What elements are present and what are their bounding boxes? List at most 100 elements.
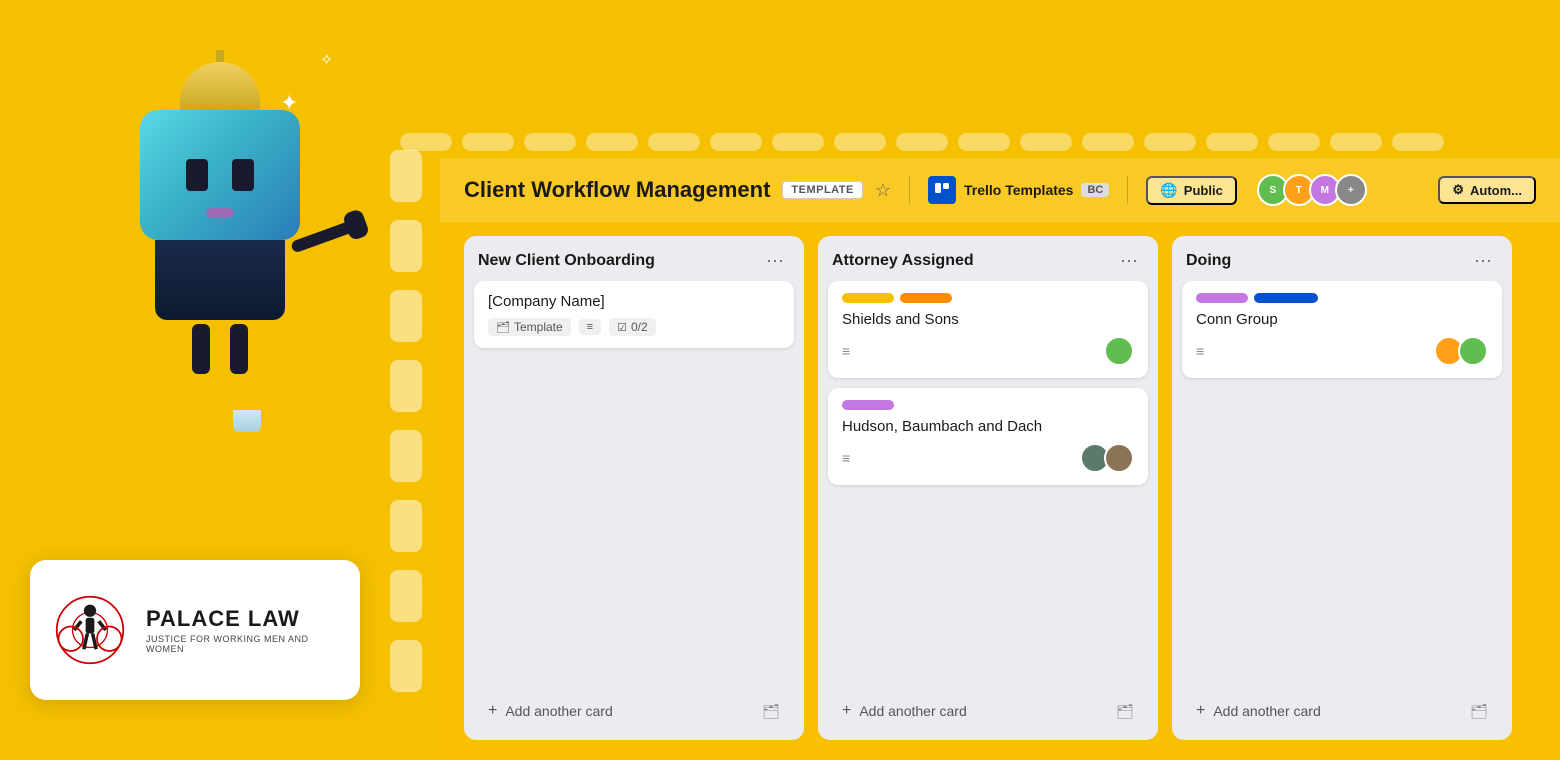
- column-new-client-onboarding: New Client Onboarding ··· [Company Name]…: [464, 236, 804, 740]
- automation-button[interactable]: ⚙ Autom...: [1438, 176, 1536, 204]
- column-title: Doing: [1186, 252, 1231, 270]
- cards-list: [Company Name] 🗂 Template ≡ ☑ 0/2: [464, 281, 804, 684]
- card-title: Shields and Sons: [842, 311, 1134, 328]
- dashed-strip-top: [380, 128, 1560, 156]
- robot-eye-right: [232, 159, 254, 191]
- card-labels: [842, 400, 1134, 410]
- description-icon: ≡: [842, 450, 850, 466]
- checklist-icon: ☑: [617, 321, 627, 334]
- palace-title: PALACE LAW: [146, 606, 340, 632]
- robot-leg-right: [230, 324, 248, 374]
- label-purple: [1196, 293, 1248, 303]
- workspace-name: Trello Templates: [964, 182, 1073, 198]
- plus-icon: +: [842, 702, 851, 720]
- card-title: Conn Group: [1196, 311, 1488, 328]
- template-icon-small: 🗂: [1470, 703, 1488, 720]
- column-menu-button[interactable]: ···: [1468, 248, 1498, 273]
- globe-icon: 🌐: [1160, 182, 1177, 199]
- card-avatar: [1104, 443, 1134, 473]
- card-avatars: [1080, 443, 1134, 473]
- checklist-count: 0/2: [631, 320, 648, 334]
- add-card-label: Add another card: [505, 703, 612, 719]
- card-labels: [1196, 293, 1488, 303]
- column-menu-button[interactable]: ···: [1114, 248, 1144, 273]
- card-company-name[interactable]: [Company Name] 🗂 Template ≡ ☑ 0/2: [474, 281, 794, 348]
- card-title: Hudson, Baumbach and Dach: [842, 418, 1134, 435]
- card-footer: ≡: [1196, 336, 1488, 366]
- column-attorney-assigned: Attorney Assigned ··· Shields and Sons ≡: [818, 236, 1158, 740]
- card-labels: [842, 293, 1134, 303]
- cards-list: Shields and Sons ≡ Hudson, Baumbach and …: [818, 281, 1158, 684]
- card-shields-and-sons[interactable]: Shields and Sons ≡: [828, 281, 1148, 378]
- autom-label: Autom...: [1470, 183, 1522, 198]
- plus-icon: +: [1196, 702, 1205, 720]
- header-divider: [909, 176, 910, 204]
- card-hudson-baumbach[interactable]: Hudson, Baumbach and Dach ≡: [828, 388, 1148, 485]
- public-button[interactable]: 🌐 Public: [1146, 176, 1236, 205]
- card-footer: ≡: [842, 443, 1134, 473]
- avatar: +: [1335, 174, 1367, 206]
- column-title: Attorney Assigned: [832, 252, 974, 270]
- column-doing: Doing ··· Conn Group ≡: [1172, 236, 1512, 740]
- public-label: Public: [1184, 183, 1223, 198]
- robot-torso: [155, 240, 285, 320]
- label-blue: [1254, 293, 1318, 303]
- card-avatars: [1434, 336, 1488, 366]
- board-area: Client Workflow Management TEMPLATE ☆ Tr…: [440, 158, 1560, 760]
- gear-icon: ⚙: [1452, 182, 1464, 198]
- template-icon-small: 🗂: [762, 703, 780, 720]
- add-card-label: Add another card: [859, 703, 966, 719]
- card-avatar: [1458, 336, 1488, 366]
- plus-icon: +: [488, 702, 497, 720]
- description-icon: ≡: [1196, 343, 1204, 359]
- cards-list: Conn Group ≡: [1172, 281, 1512, 684]
- badge-label: Template: [514, 320, 563, 334]
- robot-body: [130, 110, 310, 374]
- description-badge-card: ≡: [579, 319, 601, 335]
- label-orange: [900, 293, 952, 303]
- card-meta: 🗂 Template ≡ ☑ 0/2: [488, 318, 780, 336]
- board-header: Client Workflow Management TEMPLATE ☆ Tr…: [440, 158, 1560, 222]
- dashed-strip-left: [390, 150, 422, 692]
- column-title: New Client Onboarding: [478, 252, 655, 270]
- columns-container: New Client Onboarding ··· [Company Name]…: [440, 222, 1560, 754]
- robot-tissue: [233, 410, 261, 432]
- column-header: New Client Onboarding ···: [464, 236, 804, 281]
- robot-eye-left: [186, 159, 208, 191]
- robot-mouth: [206, 208, 234, 218]
- trello-icon: [928, 176, 956, 204]
- sparkle-icon: ✧: [320, 50, 333, 70]
- palace-logo: [50, 590, 130, 670]
- template-badge: TEMPLATE: [782, 181, 862, 199]
- palace-subtitle: JUSTICE FOR WORKING MEN AND WOMEN: [146, 634, 340, 654]
- card-conn-group[interactable]: Conn Group ≡: [1182, 281, 1502, 378]
- template-icon: 🗂: [496, 321, 510, 334]
- card-footer: ≡: [842, 336, 1134, 366]
- column-menu-button[interactable]: ···: [760, 248, 790, 273]
- template-icon-small: 🗂: [1116, 703, 1134, 720]
- add-card-button[interactable]: + Add another card 🗂: [1182, 692, 1502, 730]
- star-icon[interactable]: ☆: [875, 180, 891, 201]
- label-purple: [842, 400, 894, 410]
- board-title: Client Workflow Management: [464, 177, 770, 203]
- header-divider-2: [1127, 176, 1128, 204]
- description-icon: ≡: [587, 321, 593, 333]
- robot-head: [140, 110, 300, 240]
- palace-text-block: PALACE LAW JUSTICE FOR WORKING MEN AND W…: [146, 606, 340, 654]
- card-avatar: [1104, 336, 1134, 366]
- template-badge-card: 🗂 Template: [488, 318, 571, 336]
- add-card-button[interactable]: + Add another card 🗂: [474, 692, 794, 730]
- column-header: Doing ···: [1172, 236, 1512, 281]
- column-header: Attorney Assigned ···: [818, 236, 1158, 281]
- workspace-info: Trello Templates BC: [928, 176, 1109, 204]
- add-card-button[interactable]: + Add another card 🗂: [828, 692, 1148, 730]
- robot-arm: [290, 218, 360, 253]
- checklist-badge-card: ☑ 0/2: [609, 318, 656, 336]
- card-title: [Company Name]: [488, 293, 780, 310]
- label-yellow: [842, 293, 894, 303]
- description-icon: ≡: [842, 343, 850, 359]
- robot-leg-left: [192, 324, 210, 374]
- workspace-badge: BC: [1081, 183, 1109, 197]
- robot-legs: [130, 324, 310, 374]
- robot-mascot: ✦ ✦ ✧: [60, 50, 380, 470]
